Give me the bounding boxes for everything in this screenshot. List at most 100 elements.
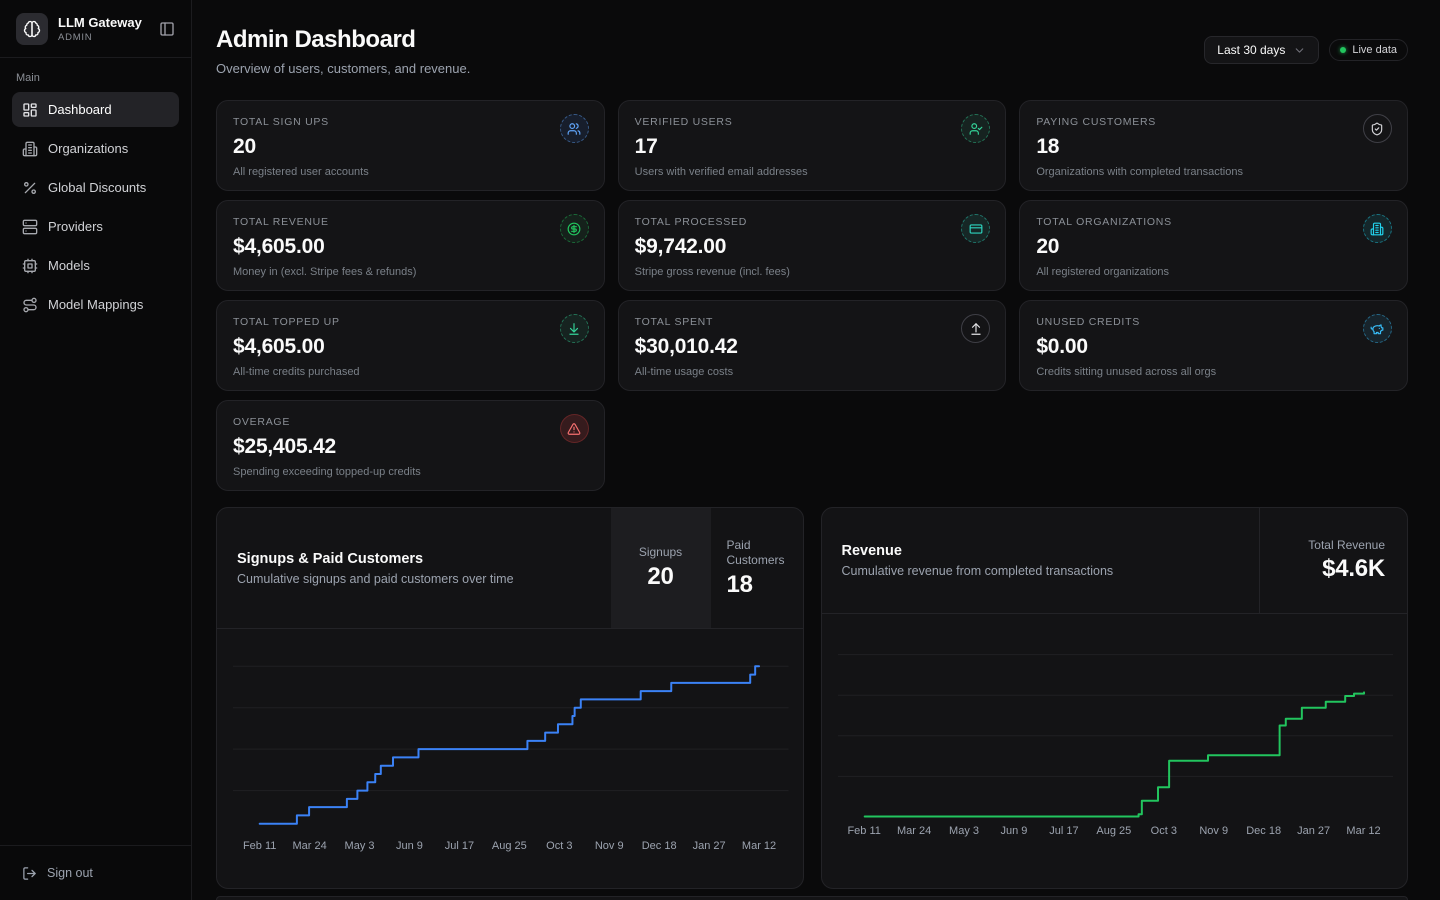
sidebar-collapse-button[interactable] [155, 17, 179, 41]
stat-card: TOTAL SIGN UPS 20 All registered user ac… [216, 100, 605, 191]
sign-out-label: Sign out [47, 866, 93, 880]
stat-description: Spending exceeding topped-up credits [233, 466, 588, 478]
revenue-chart-header: Revenue Cumulative revenue from complete… [822, 508, 1408, 614]
stat-description: Organizations with completed transaction… [1036, 166, 1391, 178]
stat-description: All-time credits purchased [233, 366, 588, 378]
model-mappings-icon [22, 297, 38, 313]
sidebar-item-label: Dashboard [48, 102, 112, 117]
total-revenue-value: $4.6K [1322, 555, 1385, 583]
nav-list: Dashboard Organizations Global Discounts… [12, 92, 179, 322]
stat-description: All registered user accounts [233, 166, 588, 178]
signups-chart-header: Signups & Paid Customers Cumulative sign… [217, 508, 803, 629]
x-tick-label: Dec 18 [1246, 825, 1281, 837]
stat-card: OVERAGE $25,405.42 Spending exceeding to… [216, 400, 605, 491]
shield-check-icon [1363, 114, 1392, 143]
sidebar-item-label: Global Discounts [48, 180, 146, 195]
live-data-label: Live data [1352, 44, 1397, 56]
stat-label: TOTAL PROCESSED [635, 216, 990, 228]
stat-card: VERIFIED USERS 17 Users with verified em… [618, 100, 1007, 191]
stat-value: $25,405.42 [233, 435, 588, 459]
stat-label: TOTAL TOPPED UP [233, 316, 588, 328]
paid-customers-series-toggle[interactable]: Paid Customers 18 [711, 508, 803, 628]
sidebar-item-global-discounts[interactable]: Global Discounts [12, 170, 179, 205]
x-tick-label: May 3 [345, 840, 375, 852]
chart-title: Revenue [842, 543, 1260, 559]
revenue-chart-card: Revenue Cumulative revenue from complete… [821, 507, 1409, 889]
x-tick-label: Nov 9 [1199, 825, 1228, 837]
sidebar-item-organizations[interactable]: Organizations [12, 131, 179, 166]
alert-triangle-icon [560, 414, 589, 443]
stats-grid: TOTAL SIGN UPS 20 All registered user ac… [216, 100, 1408, 491]
total-revenue-block: Total Revenue $4.6K [1259, 508, 1407, 613]
stat-label: TOTAL SIGN UPS [233, 116, 588, 128]
x-tick-label: Feb 11 [847, 825, 880, 837]
next-section-card-edge [216, 896, 1408, 900]
dashboard-icon [22, 102, 38, 118]
total-revenue-label: Total Revenue [1308, 538, 1385, 552]
series-value: 20 [647, 563, 673, 591]
page-header: Admin Dashboard Overview of users, custo… [216, 26, 1408, 76]
x-tick-label: Dec 18 [642, 840, 677, 852]
chart-subtitle: Cumulative signups and paid customers ov… [237, 572, 611, 586]
series-label: Paid Customers [727, 538, 785, 568]
stat-description: Users with verified email addresses [635, 166, 990, 178]
sign-out-button[interactable]: Sign out [12, 856, 179, 890]
revenue-chart-x-axis: Feb 11Mar 24May 3Jun 9Jul 17Aug 25Oct 3N… [838, 825, 1394, 841]
x-tick-label: Aug 25 [1096, 825, 1131, 837]
sidebar-item-label: Providers [48, 219, 103, 234]
users-icon [560, 114, 589, 143]
stat-description: Money in (excl. Stripe fees & refunds) [233, 266, 588, 278]
stat-card: PAYING CUSTOMERS 18 Organizations with c… [1019, 100, 1408, 191]
live-dot-icon [1340, 47, 1346, 53]
sidebar: LLM Gateway ADMIN Main Dashboard Organiz… [0, 0, 192, 900]
stat-value: $4,605.00 [233, 335, 588, 359]
x-tick-label: Mar 12 [1346, 825, 1380, 837]
stat-value: $0.00 [1036, 335, 1391, 359]
sidebar-item-models[interactable]: Models [12, 248, 179, 283]
logout-icon [22, 866, 37, 881]
x-tick-label: Jan 27 [693, 840, 726, 852]
organizations-icon [22, 141, 38, 157]
stat-description: All-time usage costs [635, 366, 990, 378]
x-tick-label: Mar 24 [897, 825, 931, 837]
stat-description: Stripe gross revenue (incl. fees) [635, 266, 990, 278]
stat-label: TOTAL SPENT [635, 316, 990, 328]
stat-description: All registered organizations [1036, 266, 1391, 278]
dollar-icon [560, 214, 589, 243]
sidebar-item-providers[interactable]: Providers [12, 209, 179, 244]
chart-title: Signups & Paid Customers [237, 551, 611, 567]
stat-label: OVERAGE [233, 416, 588, 428]
sidebar-item-dashboard[interactable]: Dashboard [12, 92, 179, 127]
brand-subtitle: ADMIN [58, 32, 145, 43]
x-tick-label: Nov 9 [595, 840, 624, 852]
signups-series-toggle[interactable]: Signups 20 [611, 508, 711, 628]
date-range-select[interactable]: Last 30 days [1204, 36, 1319, 64]
sidebar-item-label: Model Mappings [48, 297, 143, 312]
percent-icon [22, 180, 38, 196]
sidebar-nav: Main Dashboard Organizations Global Disc… [0, 58, 191, 845]
sidebar-item-label: Organizations [48, 141, 128, 156]
brand-logo [16, 13, 48, 45]
stat-label: TOTAL ORGANIZATIONS [1036, 216, 1391, 228]
stat-value: 20 [233, 135, 588, 159]
signups-chart-card: Signups & Paid Customers Cumulative sign… [216, 507, 804, 889]
stat-value: $4,605.00 [233, 235, 588, 259]
stat-label: TOTAL REVENUE [233, 216, 588, 228]
x-tick-label: Mar 12 [742, 840, 776, 852]
signups-chart-x-axis: Feb 11Mar 24May 3Jun 9Jul 17Aug 25Oct 3N… [233, 840, 789, 856]
page-subtitle: Overview of users, customers, and revenu… [216, 61, 470, 76]
models-icon [22, 258, 38, 274]
stat-value: $9,742.00 [635, 235, 990, 259]
date-range-value: Last 30 days [1217, 43, 1285, 57]
chart-subtitle: Cumulative revenue from completed transa… [842, 564, 1260, 578]
panel-left-icon [159, 21, 175, 37]
x-tick-label: Jul 17 [1049, 825, 1078, 837]
stat-value: 20 [1036, 235, 1391, 259]
stat-value: $30,010.42 [635, 335, 990, 359]
sidebar-item-label: Models [48, 258, 90, 273]
signout-section: Sign out [0, 845, 191, 900]
main-content: Admin Dashboard Overview of users, custo… [192, 0, 1440, 900]
stat-label: PAYING CUSTOMERS [1036, 116, 1391, 128]
sidebar-item-model-mappings[interactable]: Model Mappings [12, 287, 179, 322]
stat-card: TOTAL TOPPED UP $4,605.00 All-time credi… [216, 300, 605, 391]
